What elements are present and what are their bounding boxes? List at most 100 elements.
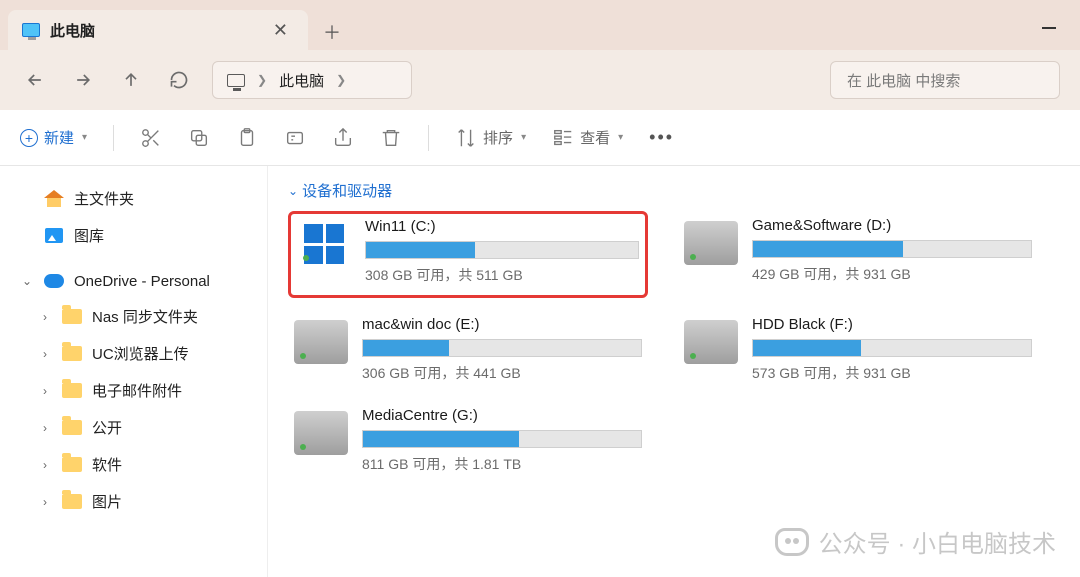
new-tab-button[interactable]: ＋ <box>314 14 350 50</box>
rename-icon <box>284 127 306 149</box>
breadcrumb-location[interactable]: 此电脑 <box>279 70 324 91</box>
folder-icon <box>62 456 82 474</box>
drive-item[interactable]: MediaCentre (G:) 811 GB 可用，共 1.81 TB <box>288 401 648 480</box>
sidebar-item[interactable]: › UC浏览器上传 <box>8 335 259 372</box>
divider <box>113 125 114 151</box>
drive-item[interactable]: Win11 (C:) 308 GB 可用，共 511 GB <box>288 211 648 298</box>
cut-button[interactable] <box>140 127 162 149</box>
drive-icon <box>684 221 738 265</box>
chevron-down-icon: ▾ <box>82 132 87 143</box>
section-header[interactable]: ⌄ 设备和驱动器 <box>288 180 1060 201</box>
view-label: 查看 <box>580 127 610 148</box>
chevron-right-icon[interactable]: › <box>38 384 52 398</box>
delete-button[interactable] <box>380 127 402 149</box>
divider <box>428 125 429 151</box>
sidebar-label: OneDrive - Personal <box>74 273 210 290</box>
sidebar: 主文件夹 图库 ⌄ OneDrive - Personal ›Nas 同步文件夹… <box>0 166 268 577</box>
drive-freespace: 573 GB 可用，共 931 GB <box>752 363 1032 383</box>
navbar: ❯ 此电脑 ❯ 在 此电脑 中搜索 <box>0 50 1080 110</box>
tab-close-button[interactable]: ✕ <box>267 18 294 43</box>
chevron-right-icon: ❯ <box>336 73 346 87</box>
sidebar-item[interactable]: › 软件 <box>8 446 259 483</box>
sort-label: 排序 <box>483 127 513 148</box>
chevron-right-icon[interactable]: › <box>38 310 52 324</box>
address-bar[interactable]: ❯ 此电脑 ❯ <box>212 61 412 99</box>
window-tab[interactable]: 此电脑 ✕ <box>8 10 308 50</box>
sidebar-label: UC浏览器上传 <box>92 343 189 364</box>
section-title: 设备和驱动器 <box>302 180 392 201</box>
drive-name: Game&Software (D:) <box>752 217 1032 234</box>
drive-freespace: 429 GB 可用，共 931 GB <box>752 264 1032 284</box>
sidebar-label: 图片 <box>92 491 122 512</box>
chevron-right-icon[interactable]: › <box>38 421 52 435</box>
sidebar-item[interactable]: ›Nas 同步文件夹 <box>8 298 259 335</box>
share-button[interactable] <box>332 127 354 149</box>
new-label: 新建 <box>44 127 74 148</box>
more-button[interactable]: ••• <box>649 127 674 148</box>
ellipsis-icon: ••• <box>649 127 674 148</box>
drive-freespace: 308 GB 可用，共 511 GB <box>365 265 639 285</box>
sidebar-label: 图库 <box>74 225 104 246</box>
sidebar-onedrive[interactable]: ⌄ OneDrive - Personal <box>8 264 259 298</box>
drive-item[interactable]: Game&Software (D:) 429 GB 可用，共 931 GB <box>678 211 1038 298</box>
trash-icon <box>380 127 402 149</box>
windows-logo-icon <box>297 222 351 266</box>
drive-icon <box>684 320 738 364</box>
drive-freespace: 811 GB 可用，共 1.81 TB <box>362 454 642 474</box>
chevron-right-icon[interactable]: › <box>38 495 52 509</box>
forward-button[interactable] <box>68 65 98 95</box>
folder-icon <box>62 345 82 363</box>
sidebar-item[interactable]: › 图片 <box>8 483 259 520</box>
chevron-down-icon[interactable]: ⌄ <box>20 274 34 288</box>
sidebar-item[interactable]: › 公开 <box>8 409 259 446</box>
copy-button[interactable] <box>188 127 210 149</box>
sidebar-item[interactable]: ›电子邮件附件 <box>8 372 259 409</box>
this-pc-icon <box>227 74 245 87</box>
search-placeholder: 在 此电脑 中搜索 <box>847 70 960 91</box>
new-button[interactable]: + 新建 ▾ <box>20 127 87 148</box>
drive-freespace: 306 GB 可用，共 441 GB <box>362 363 642 383</box>
drive-icon <box>294 411 348 455</box>
paste-button[interactable] <box>236 127 258 149</box>
storage-bar <box>752 339 1032 357</box>
clipboard-icon <box>236 127 258 149</box>
refresh-button[interactable] <box>164 65 194 95</box>
drive-name: HDD Black (F:) <box>752 316 1032 333</box>
sidebar-home[interactable]: 主文件夹 <box>8 180 259 217</box>
chevron-down-icon: ▾ <box>521 132 526 143</box>
sidebar-label: 公开 <box>92 417 122 438</box>
sort-button[interactable]: 排序 ▾ <box>455 127 526 149</box>
share-icon <box>332 127 354 149</box>
chevron-right-icon[interactable]: › <box>38 458 52 472</box>
drive-item[interactable]: HDD Black (F:) 573 GB 可用，共 931 GB <box>678 310 1038 389</box>
titlebar: 此电脑 ✕ ＋ <box>0 0 1080 50</box>
drive-item[interactable]: mac&win doc (E:) 306 GB 可用，共 441 GB <box>288 310 648 389</box>
folder-icon <box>62 419 82 437</box>
view-button[interactable]: 查看 ▾ <box>552 127 623 149</box>
storage-bar <box>362 339 642 357</box>
chevron-right-icon: ❯ <box>257 73 267 87</box>
drive-name: mac&win doc (E:) <box>362 316 642 333</box>
storage-bar <box>752 240 1032 258</box>
sidebar-gallery[interactable]: 图库 <box>8 217 259 254</box>
chevron-down-icon: ⌄ <box>288 184 298 198</box>
drive-name: Win11 (C:) <box>365 218 639 235</box>
search-input[interactable]: 在 此电脑 中搜索 <box>830 61 1060 99</box>
folder-icon <box>62 493 82 511</box>
toolbar: + 新建 ▾ 排序 ▾ 查看 ▾ ••• <box>0 110 1080 166</box>
drive-icon <box>294 320 348 364</box>
storage-bar <box>365 241 639 259</box>
minimize-button[interactable] <box>1042 16 1056 34</box>
home-icon <box>44 190 64 208</box>
plus-icon: + <box>20 129 38 147</box>
onedrive-icon <box>44 272 64 290</box>
rename-button[interactable] <box>284 127 306 149</box>
chevron-right-icon[interactable]: › <box>38 347 52 361</box>
window-controls <box>1042 0 1074 50</box>
sidebar-label: 软件 <box>92 454 122 475</box>
back-button[interactable] <box>20 65 50 95</box>
up-button[interactable] <box>116 65 146 95</box>
folder-icon <box>62 308 82 326</box>
drive-name: MediaCentre (G:) <box>362 407 642 424</box>
tab-title: 此电脑 <box>50 20 95 41</box>
